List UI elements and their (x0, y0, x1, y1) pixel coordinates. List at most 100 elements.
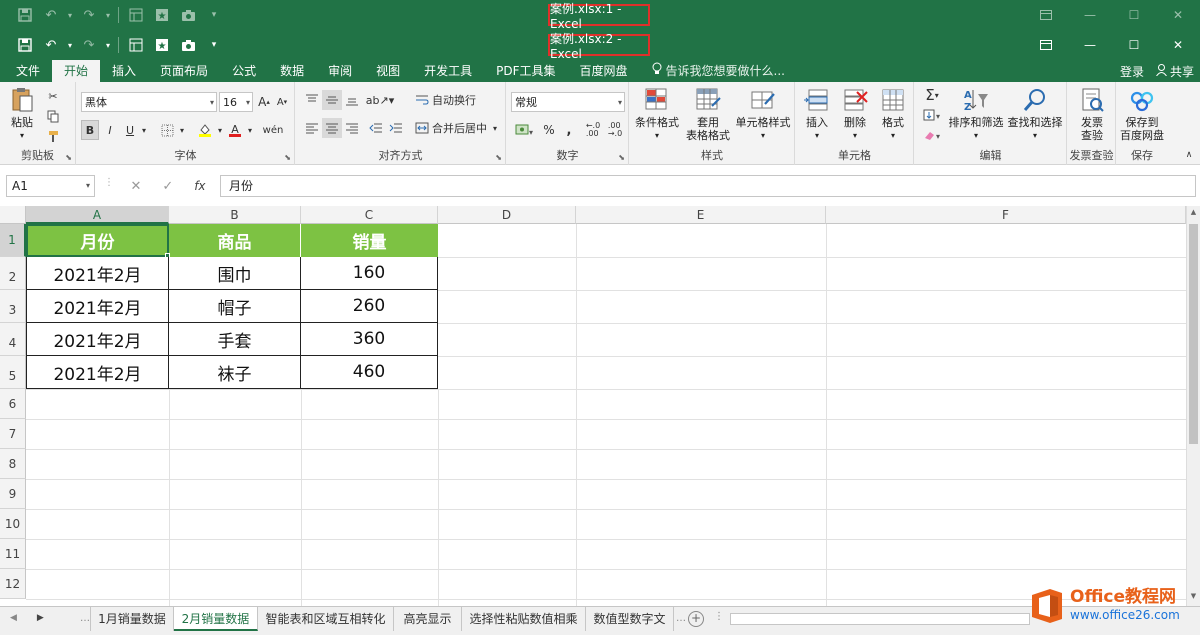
undo-icon[interactable]: ↶ (40, 34, 62, 56)
comma-button[interactable]: , (561, 120, 577, 140)
star-doc-icon[interactable]: ★ (151, 4, 173, 26)
tab-page-layout[interactable]: 页面布局 (148, 60, 220, 82)
chevron-down-icon[interactable]: ▾ (245, 120, 255, 140)
maximize-icon[interactable]: ☐ (1112, 0, 1156, 30)
row-header-4[interactable]: 4 (0, 323, 26, 356)
ribbon-display-icon[interactable] (1024, 0, 1068, 30)
camera-icon[interactable] (177, 4, 199, 26)
align-right-icon[interactable] (342, 118, 362, 138)
horizontal-scrollbar[interactable] (730, 613, 1030, 625)
chevron-down-icon[interactable]: ▾ (215, 120, 225, 140)
cell-a2[interactable]: 2021年2月 (26, 257, 169, 290)
row-header-6[interactable]: 6 (0, 389, 26, 419)
tab-baidu-netdisk[interactable]: 百度网盘 (568, 60, 640, 82)
redo-icon[interactable]: ↷ (78, 4, 100, 26)
dialog-launcher-icon[interactable]: ⬊ (618, 153, 625, 162)
dialog-launcher-icon[interactable]: ⬊ (495, 153, 502, 162)
share-button[interactable]: 共享 (1156, 63, 1194, 80)
cell-b1[interactable]: 商品 (169, 224, 301, 257)
chevron-down-icon[interactable]: ▾ (177, 120, 187, 140)
next-sheet-icon[interactable]: ▶ (37, 613, 44, 623)
cell-c2[interactable]: 160 (301, 257, 438, 290)
minimize-icon[interactable]: — (1068, 30, 1112, 60)
select-all-corner[interactable] (0, 206, 26, 224)
cell-c1[interactable]: 销量 (301, 224, 438, 257)
orientation-icon[interactable]: ab↗▾ (366, 90, 394, 110)
delete-cells-button[interactable]: 删除 ▾ (836, 86, 874, 142)
chevron-down-icon[interactable]: ▾ (490, 118, 500, 138)
sheet-tab-feb[interactable]: 2月销量数据 (174, 607, 258, 631)
close-icon[interactable]: ✕ (1156, 30, 1200, 60)
column-header-c[interactable]: C (301, 206, 438, 224)
row-header-2[interactable]: 2 (0, 257, 26, 290)
italic-button[interactable]: I (101, 120, 119, 140)
tab-home[interactable]: 开始 (52, 60, 101, 82)
row-header-11[interactable]: 11 (0, 539, 26, 569)
customize-toolbar-icon[interactable]: ▾ (203, 4, 225, 26)
minimize-icon[interactable]: — (1068, 0, 1112, 30)
paste-button[interactable]: 粘贴 ▾ (6, 86, 38, 142)
more-options-icon[interactable]: ⋮ (104, 177, 114, 188)
tab-data[interactable]: 数据 (268, 60, 316, 82)
customize-toolbar-icon[interactable]: ▾ (203, 34, 225, 56)
format-cells-button[interactable]: 格式 ▾ (874, 86, 912, 142)
underline-button[interactable]: U (121, 120, 139, 140)
merge-center-icon[interactable] (412, 118, 432, 138)
sheet-tab-paste-special[interactable]: 选择性粘贴数值相乘 (462, 607, 586, 631)
align-top-icon[interactable] (302, 90, 322, 110)
align-bottom-icon[interactable] (342, 90, 362, 110)
font-color-icon[interactable]: A (225, 120, 245, 140)
insert-function-button[interactable]: fx (194, 179, 205, 193)
cell-c5[interactable]: 460 (301, 356, 438, 389)
close-icon[interactable]: ✕ (1156, 0, 1200, 30)
maximize-icon[interactable]: ☐ (1112, 30, 1156, 60)
wrap-text-button[interactable]: 自动换行 (432, 90, 488, 110)
add-sheet-icon[interactable]: + (688, 611, 704, 627)
fill-icon[interactable]: ▾ (919, 106, 945, 124)
fill-color-icon[interactable] (195, 120, 215, 140)
decrease-font-icon[interactable]: A ▾ (273, 92, 291, 112)
collapse-ribbon-icon[interactable]: ∧ (1182, 148, 1196, 162)
number-format-combo[interactable]: 常规 ▾ (511, 92, 625, 112)
row-header-5[interactable]: 5 (0, 356, 26, 389)
cell-c3[interactable]: 260 (301, 290, 438, 323)
cancel-icon[interactable]: ✕ (130, 179, 141, 194)
column-header-f[interactable]: F (826, 206, 1186, 224)
dialog-launcher-icon[interactable]: ⬊ (65, 153, 72, 162)
column-header-b[interactable]: B (169, 206, 301, 224)
copy-icon[interactable] (42, 106, 64, 126)
increase-decimal-icon[interactable]: ←.0.00 (583, 120, 603, 140)
redo-icon[interactable]: ↷ (78, 34, 100, 56)
split-handle-icon[interactable]: ⋮ (714, 611, 724, 622)
column-header-a[interactable]: A (26, 206, 169, 224)
sheet-tab-numeric-text[interactable]: 数值型数字文 (586, 607, 674, 631)
find-select-button[interactable]: 查找和选择 ▾ (1005, 86, 1065, 142)
cell-b5[interactable]: 袜子 (169, 356, 301, 389)
save-to-baidu-button[interactable]: 保存到 百度网盘 (1117, 86, 1167, 142)
row-header-9[interactable]: 9 (0, 479, 26, 509)
redo-dropdown-icon[interactable]: ▾ (104, 4, 112, 26)
scroll-up-icon[interactable]: ▲ (1187, 208, 1200, 220)
phonetic-icon[interactable]: wén (261, 120, 285, 140)
sheet-tab-smart-table[interactable]: 智能表和区域互相转化 (258, 607, 394, 631)
undo-dropdown-icon[interactable]: ▾ (66, 4, 74, 26)
align-center-icon[interactable] (322, 118, 342, 138)
name-box[interactable]: A1 ▾ (6, 175, 95, 197)
increase-font-icon[interactable]: A ▴ (255, 92, 273, 112)
scroll-thumb[interactable] (1189, 224, 1198, 444)
row-header-8[interactable]: 8 (0, 449, 26, 479)
save-icon[interactable] (14, 34, 36, 56)
cell-b4[interactable]: 手套 (169, 323, 301, 356)
enter-icon[interactable]: ✓ (162, 179, 173, 194)
more-sheets-icon[interactable]: … (676, 613, 686, 624)
tab-review[interactable]: 审阅 (316, 60, 364, 82)
sheet-tab-highlight[interactable]: 高亮显示 (394, 607, 462, 631)
column-header-d[interactable]: D (438, 206, 576, 224)
tab-file[interactable]: 文件 (4, 60, 52, 82)
more-sheets-icon[interactable]: … (80, 613, 90, 624)
row-header-12[interactable]: 12 (0, 569, 26, 599)
currency-icon[interactable]: ▾ (511, 120, 537, 140)
tab-insert[interactable]: 插入 (100, 60, 148, 82)
bold-button[interactable]: B (81, 120, 99, 140)
tab-view[interactable]: 视图 (364, 60, 412, 82)
